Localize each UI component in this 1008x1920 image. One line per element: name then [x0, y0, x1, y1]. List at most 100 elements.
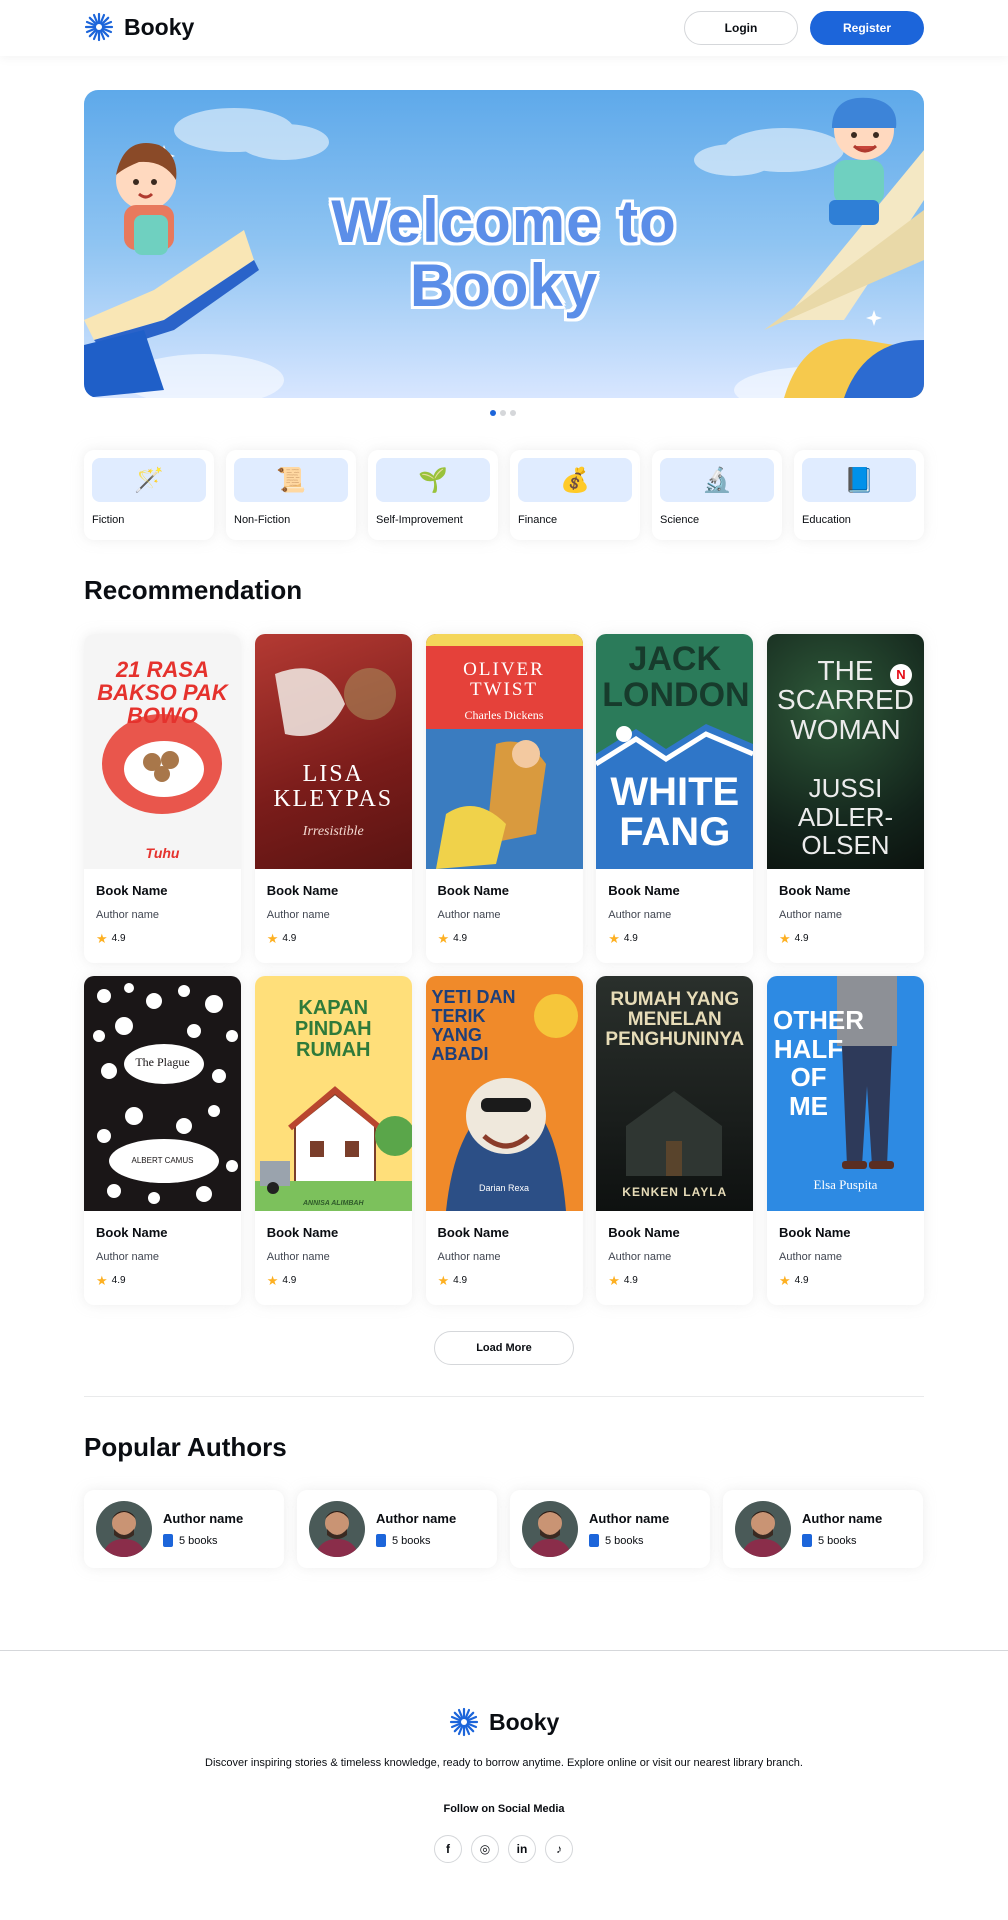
cover-author: Elsa Puspita — [813, 1177, 878, 1192]
rating-value: 4.9 — [453, 1275, 468, 1286]
book-cover: 21 RASA BAKSO PAK BOWO Tuhu — [84, 634, 241, 869]
category-education[interactable]: 📘 Education — [794, 450, 924, 540]
cover-author: Charles Dickens — [464, 708, 544, 722]
book-card[interactable]: LISA KLEYPAS Irresistible Book Name Auth… — [254, 634, 412, 963]
register-button[interactable]: Register — [810, 11, 924, 45]
footer-brand-name: Booky — [489, 1708, 560, 1735]
book-cover: N THE SCARRED WOMAN JUSSI ADLER-OLSEN — [767, 634, 924, 869]
book-cover: OLIVER TWIST Charles Dickens — [425, 634, 583, 869]
book-author: Author name — [96, 909, 159, 921]
cover-author: Tuhu — [145, 845, 180, 861]
load-more-button[interactable]: Load More — [434, 1331, 574, 1365]
book-cover: RUMAH YANG MENELAN PENGHUNINYA KENKEN LA… — [596, 976, 754, 1211]
book-card[interactable]: KAPAN PINDAH RUMAH ANNISA ALIMBAH Book N… — [254, 976, 412, 1305]
avatar — [735, 1501, 791, 1557]
author-card[interactable]: Author name 5 books — [297, 1490, 497, 1568]
linkedin-icon[interactable]: in — [508, 1835, 536, 1863]
book-name: Book Name — [779, 883, 851, 898]
book-card[interactable]: N THE SCARRED WOMAN JUSSI ADLER-OLSEN Bo… — [767, 634, 924, 963]
category-non-fiction[interactable]: 📜 Non-Fiction — [226, 450, 356, 540]
booky-logo-icon — [449, 1707, 479, 1737]
book-name: Book Name — [779, 1225, 851, 1240]
star-icon: ★ — [96, 931, 108, 946]
category-label: Non-Fiction — [234, 514, 291, 526]
cover-author: ALBERT CAMUS — [131, 1156, 194, 1165]
author-card[interactable]: Author name 5 books — [510, 1490, 710, 1568]
star-icon: ★ — [779, 1273, 791, 1288]
star-icon: ★ — [437, 1273, 450, 1288]
category-fiction[interactable]: 🪄 Fiction — [84, 450, 214, 540]
book-card[interactable]: RUMAH YANG MENELAN PENGHUNINYA KENKEN LA… — [596, 976, 754, 1305]
instagram-icon[interactable]: ◎ — [471, 1835, 499, 1863]
star-icon: ★ — [266, 1273, 279, 1288]
book-card[interactable]: YETI DAN TERIK YANG ABADI Darian Rexa Bo… — [425, 976, 583, 1305]
star-icon: ★ — [266, 931, 279, 946]
cover-title: KAPAN PINDAH RUMAH — [294, 997, 372, 1061]
category-label: Science — [660, 514, 700, 526]
rating-value: 4.9 — [453, 933, 468, 944]
carousel-dot[interactable] — [500, 410, 506, 416]
category-label: Self-Improvement — [376, 514, 463, 526]
sprout-icon: 🌱 — [376, 458, 490, 502]
book-card[interactable]: 21 RASA BAKSO PAK BOWO Tuhu Book Name Au… — [84, 634, 241, 963]
book-grid: 21 RASA BAKSO PAK BOWO Tuhu Book Name Au… — [84, 634, 924, 1305]
category-self-improvement[interactable]: 🌱 Self-Improvement — [368, 450, 498, 540]
category-science[interactable]: 🔬 Science — [652, 450, 782, 540]
star-icon: ★ — [608, 931, 620, 946]
category-list: 🪄 Fiction 📜 Non-Fiction 🌱 Self-Improveme… — [84, 450, 924, 540]
book-icon — [163, 1534, 173, 1547]
book-rating: ★ 4.9 — [96, 932, 229, 945]
footer-brand[interactable]: Booky — [449, 1707, 559, 1737]
book-rating: ★ 4.9 — [438, 932, 571, 945]
book-rating: ★ 4.9 — [608, 932, 741, 945]
cover-title: YETI DAN TERIK YANG ABADI — [431, 987, 516, 1064]
rating-value: 4.9 — [282, 1275, 297, 1286]
book-card[interactable]: The Plague ALBERT CAMUS Book Name Author… — [84, 976, 241, 1305]
book-card[interactable]: OTHER HALF OF ME Elsa Puspita Book Name … — [767, 976, 924, 1305]
star-icon: ★ — [96, 1273, 108, 1288]
book-cover: The Plague ALBERT CAMUS — [84, 976, 241, 1211]
rating-value: 4.9 — [623, 933, 638, 944]
author-card[interactable]: Author name 5 books — [84, 1490, 284, 1568]
brand-name: Booky — [124, 13, 195, 40]
cover-title: The Plague — [135, 1055, 190, 1069]
hero-banner[interactable]: Welcome to Booky — [84, 90, 924, 398]
top-navbar: Booky Login Register — [0, 0, 1008, 56]
book-card[interactable]: OLIVER TWIST Charles Dickens Book Name A… — [425, 634, 583, 963]
book-icon — [589, 1534, 599, 1547]
section-divider — [84, 1396, 924, 1397]
book-author: Author name — [437, 909, 501, 921]
book-author: Author name — [608, 909, 672, 921]
author-list: Author name 5 books Author name 5 books … — [84, 1490, 924, 1568]
cover-title: OTHER HALF OF ME — [773, 1005, 864, 1121]
book-name: Book Name — [266, 1225, 339, 1240]
star-icon: ★ — [608, 1273, 620, 1288]
book-card[interactable]: JACK LONDON WHITE FANG Book Name Author … — [596, 634, 754, 963]
author-card[interactable]: Author name 5 books — [723, 1490, 923, 1568]
tiktok-icon[interactable]: ♪ — [545, 1835, 573, 1863]
book-cover: YETI DAN TERIK YANG ABADI Darian Rexa — [425, 976, 583, 1211]
book-icon — [802, 1534, 812, 1547]
category-label: Fiction — [92, 514, 125, 526]
book-rating: ★ 4.9 — [608, 1274, 741, 1287]
carousel-dot[interactable] — [490, 410, 496, 416]
book-rating: ★ 4.9 — [267, 1274, 400, 1287]
money-bag-icon: 💰 — [518, 458, 632, 502]
facebook-icon[interactable]: f — [434, 1835, 462, 1863]
recommendation-title: Recommendation — [84, 575, 303, 605]
book-author: Author name — [96, 1251, 159, 1263]
star-icon: ★ — [437, 931, 450, 946]
book-cover: KAPAN PINDAH RUMAH ANNISA ALIMBAH — [254, 976, 412, 1211]
login-button[interactable]: Login — [684, 11, 798, 45]
booky-logo-icon — [84, 12, 114, 42]
social-links: f ◎ in ♪ — [434, 1835, 573, 1863]
rating-value: 4.9 — [794, 1275, 809, 1286]
category-finance[interactable]: 💰 Finance — [510, 450, 640, 540]
book-name: Book Name — [96, 1225, 168, 1240]
popular-authors-title: Popular Authors — [84, 1432, 287, 1462]
book-rating: ★ 4.9 — [267, 932, 400, 945]
carousel-dot[interactable] — [510, 410, 516, 416]
brand-logo[interactable]: Booky — [84, 12, 194, 42]
author-name: Author name — [163, 1511, 244, 1526]
book-rating: ★ 4.9 — [779, 932, 912, 945]
